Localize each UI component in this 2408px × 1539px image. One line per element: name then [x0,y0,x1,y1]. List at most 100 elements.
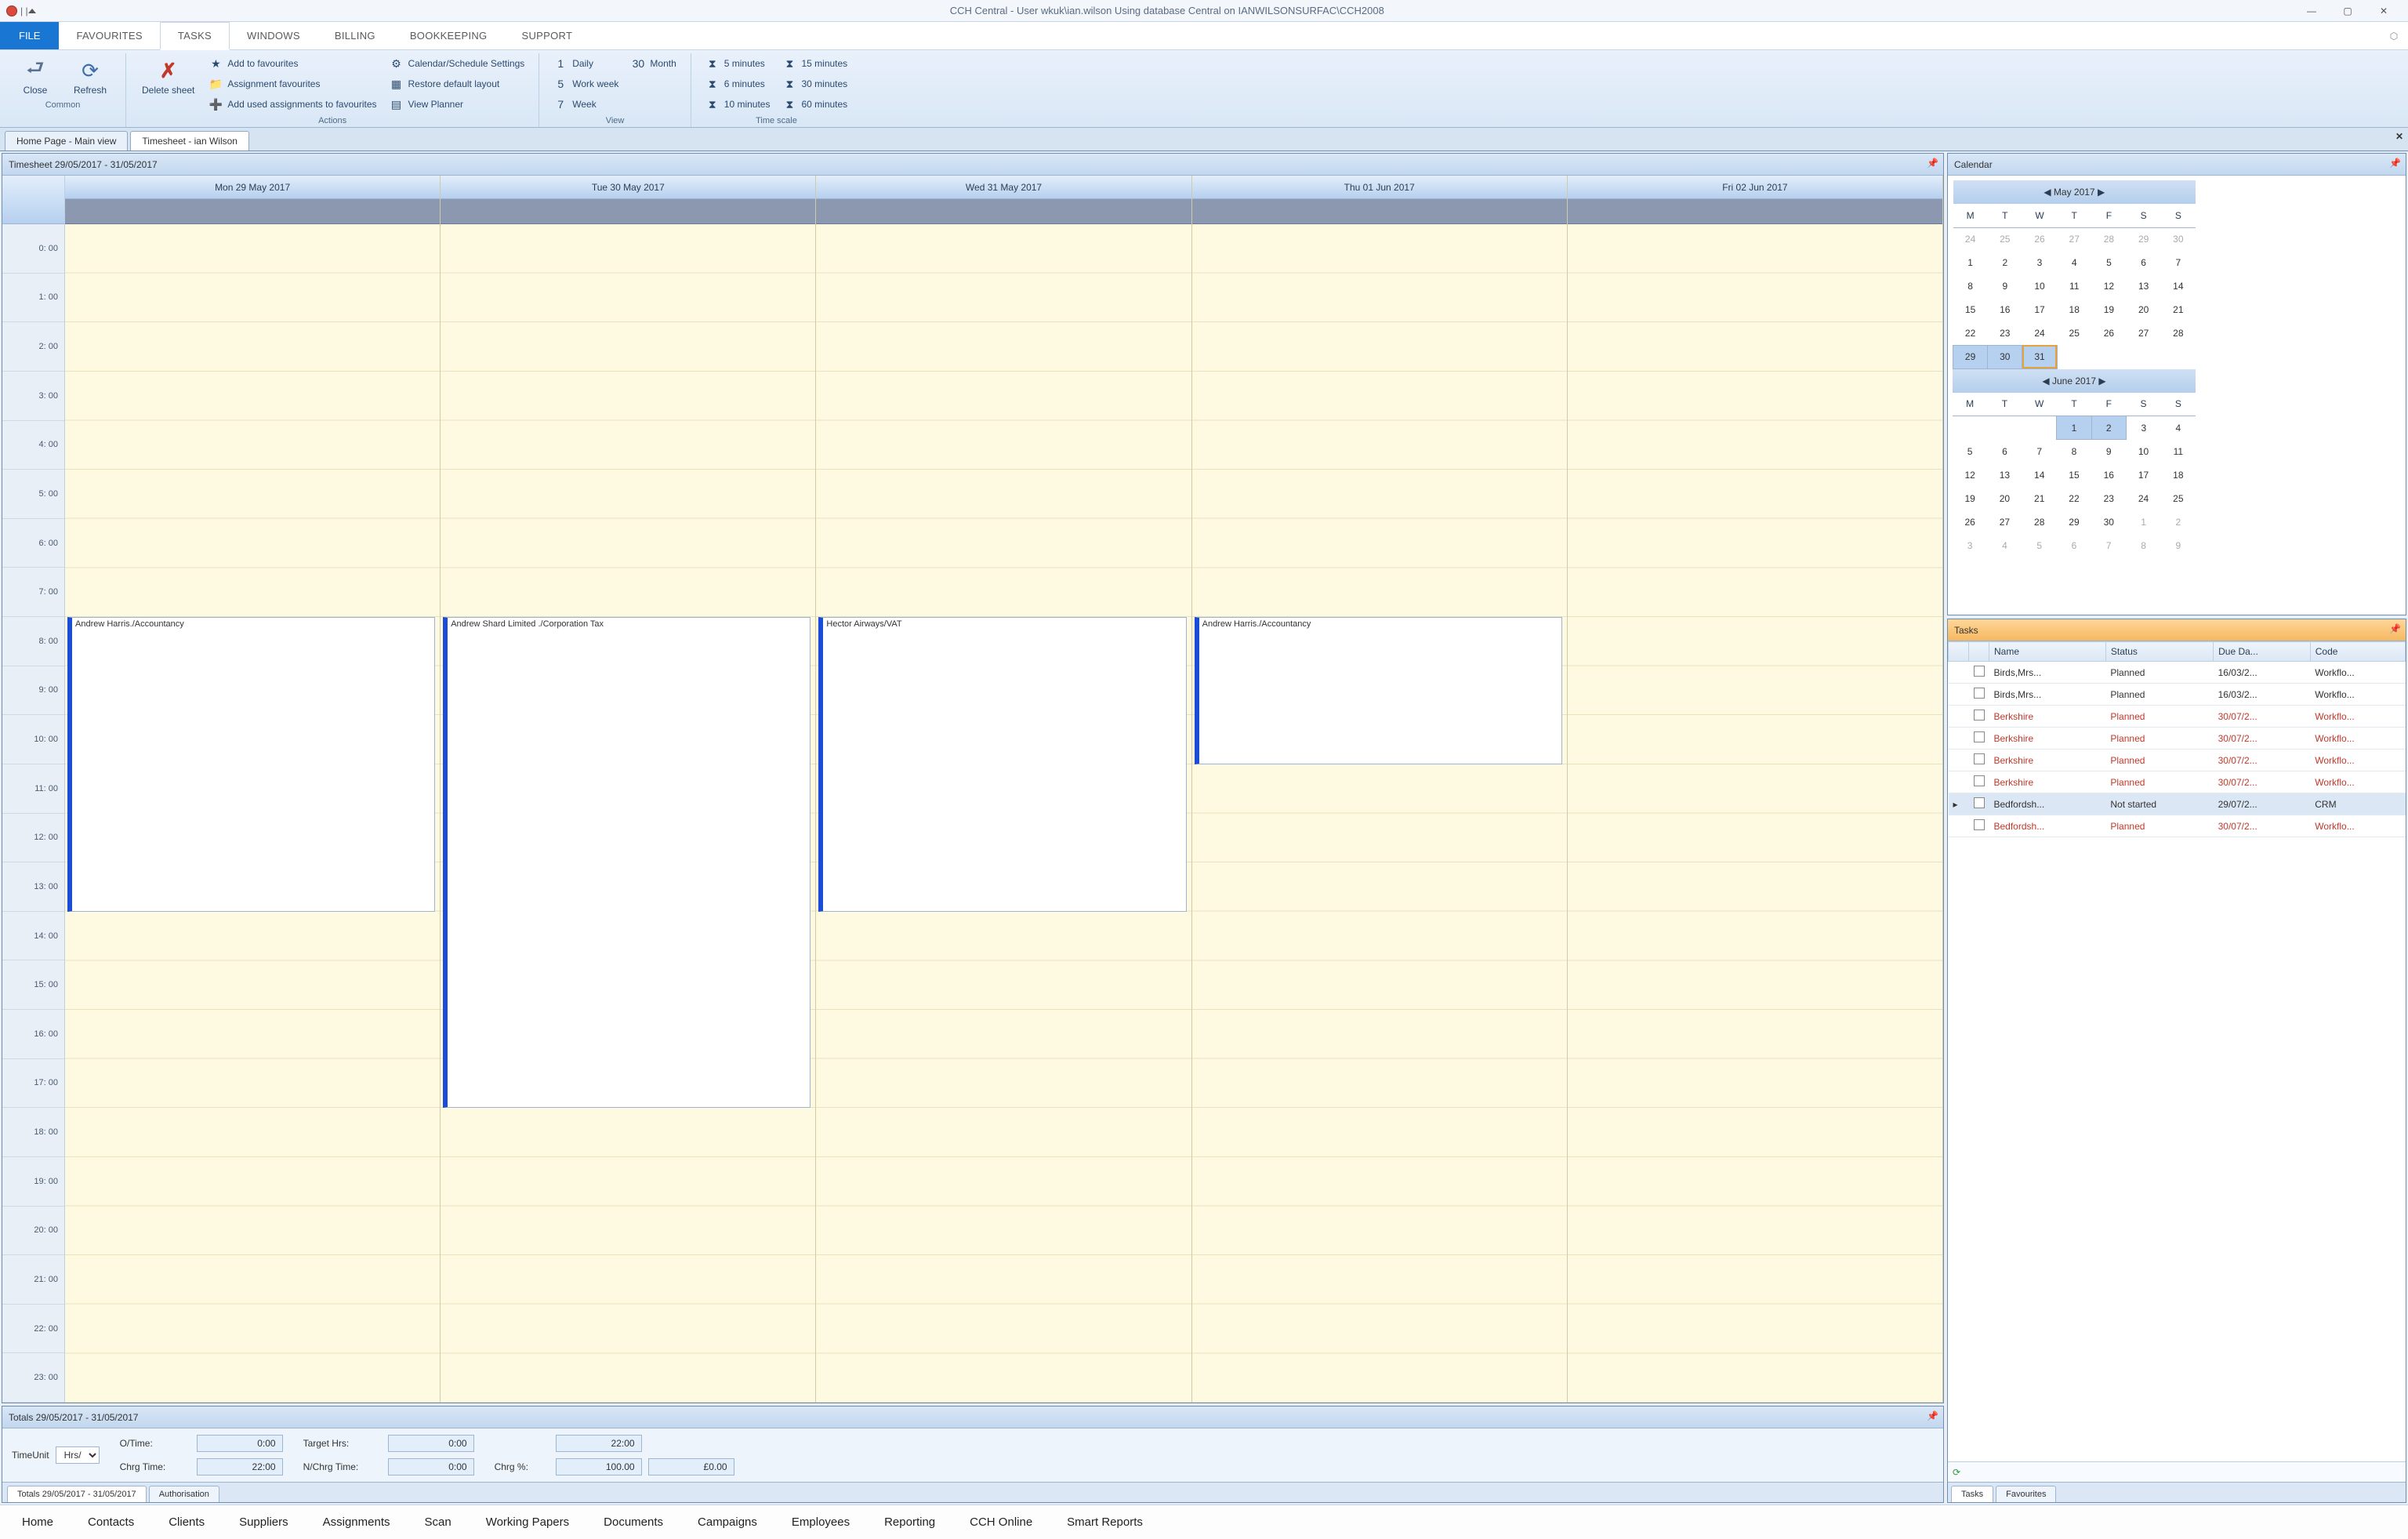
calendar-day[interactable]: 24 [2126,487,2160,510]
view-planner-button[interactable]: ▤View Planner [383,94,531,114]
day-body[interactable] [1568,224,1942,1403]
calendar-day[interactable]: 26 [2022,227,2057,251]
qat-dropdown-icon[interactable] [28,9,36,13]
day-column[interactable]: Wed 31 May 2017Hector Airways/VAT [816,176,1191,1403]
calendar-day[interactable]: 24 [2022,321,2057,345]
calendar-day[interactable]: 6 [1987,440,2022,463]
timescale-5-button[interactable]: ⧗5 minutes [699,53,777,74]
view-week-button[interactable]: 7Week [547,94,625,114]
calendar-day[interactable]: 27 [2057,227,2091,251]
calendar-day[interactable]: 14 [2161,274,2196,298]
calendar-day[interactable]: 13 [2127,274,2161,298]
calendar-settings-button[interactable]: ⚙Calendar/Schedule Settings [383,53,531,74]
task-row[interactable]: Bedfordsh...Planned30/07/2...Workflo... [1949,815,2406,837]
nav-suppliers[interactable]: Suppliers [239,1515,288,1529]
timescale-15-button[interactable]: ⧗15 minutes [776,53,854,74]
nav-assignments[interactable]: Assignments [323,1515,390,1529]
calendar-day[interactable]: 28 [2161,321,2196,345]
pin-icon[interactable]: 📌 [2389,623,2401,634]
day-body[interactable]: Andrew Harris./Accountancy [1192,224,1567,1403]
calendar-day[interactable] [2091,345,2126,368]
task-checkbox[interactable] [1974,666,1985,677]
pin-icon[interactable]: 📌 [1927,158,1938,169]
calendar-day[interactable]: 14 [2022,463,2057,487]
calendar-day[interactable]: 18 [2057,298,2091,321]
calendar-day[interactable]: 24 [1953,227,1988,251]
timescale-6-button[interactable]: ⧗6 minutes [699,74,777,94]
calendar-day[interactable]: 27 [1987,510,2022,534]
nav-clients[interactable]: Clients [169,1515,205,1529]
calendar-day[interactable]: 9 [2091,440,2126,463]
day-body[interactable]: Hector Airways/VAT [816,224,1191,1403]
nav-cch-online[interactable]: CCH Online [970,1515,1032,1529]
timescale-30-button[interactable]: ⧗30 minutes [776,74,854,94]
calendar-day[interactable]: 1 [2126,510,2160,534]
calendar-day[interactable]: 27 [2127,321,2161,345]
timesheet-grid[interactable]: 0: 001: 002: 003: 004: 005: 006: 007: 00… [2,176,1943,1403]
nav-scan[interactable]: Scan [425,1515,452,1529]
calendar-day[interactable]: 10 [2022,274,2057,298]
calendar-day[interactable]: 31 [2022,345,2057,368]
tasks-col-header[interactable]: Status [2105,642,2213,662]
day-column[interactable]: Thu 01 Jun 2017Andrew Harris./Accountanc… [1192,176,1568,1403]
allday-row[interactable] [1568,199,1942,224]
calendar-day[interactable]: 22 [2057,487,2091,510]
task-checkbox[interactable] [1974,819,1985,830]
calendar-day[interactable]: 2 [1988,251,2022,274]
calendar-day[interactable] [2127,345,2161,368]
refresh-button[interactable]: ⟳Refresh [63,53,118,99]
calendar-day[interactable]: 16 [2091,463,2126,487]
tasks-col-header[interactable]: Code [2310,642,2405,662]
calendar-day[interactable]: 23 [2091,487,2126,510]
calendar-day[interactable]: 17 [2126,463,2160,487]
delete-sheet-button[interactable]: ✗Delete sheet [134,53,202,99]
calendar-day[interactable]: 20 [2127,298,2161,321]
maximize-button[interactable]: ▢ [2330,2,2366,20]
appointment[interactable]: Hector Airways/VAT [818,617,1186,912]
calendar-day[interactable]: 8 [1953,274,1988,298]
add-used-assignments-button[interactable]: ➕Add used assignments to favourites [202,94,383,114]
tasks-tab[interactable]: Tasks [1951,1486,1993,1502]
calendar-day[interactable]: 28 [2091,227,2126,251]
calendar-day[interactable]: 22 [1953,321,1988,345]
calendar-day[interactable]: 1 [2057,416,2091,440]
day-column[interactable]: Fri 02 Jun 2017 [1568,176,1943,1403]
calendar-day[interactable]: 30 [2161,227,2196,251]
task-row[interactable]: BerkshirePlanned30/07/2...Workflo... [1949,750,2406,771]
nav-employees[interactable]: Employees [792,1515,850,1529]
view-workweek-button[interactable]: 5Work week [547,74,625,94]
authorisation-tab[interactable]: Authorisation [149,1486,219,1502]
calendar-day[interactable] [2057,345,2091,368]
calendar-day[interactable]: 21 [2161,298,2196,321]
calendar-day[interactable]: 4 [2057,251,2091,274]
calendar-day[interactable]: 30 [1988,345,2022,368]
calendar-day[interactable]: 25 [2057,321,2091,345]
calendar-day[interactable]: 5 [2022,534,2057,557]
task-row[interactable]: BerkshirePlanned30/07/2...Workflo... [1949,771,2406,793]
day-body[interactable]: Andrew Harris./Accountancy [65,224,440,1403]
menu-support[interactable]: SUPPORT [504,22,589,49]
close-window-button[interactable]: ✕ [2366,2,2402,20]
task-checkbox[interactable] [1974,797,1985,808]
calendar-day[interactable]: 1 [1953,251,1988,274]
menu-windows[interactable]: WINDOWS [230,22,317,49]
nav-campaigns[interactable]: Campaigns [698,1515,757,1529]
calendar-day[interactable]: 13 [1987,463,2022,487]
calendar-day[interactable]: 5 [2091,251,2126,274]
calendar-day[interactable] [2022,416,2057,440]
calendar-day[interactable]: 7 [2022,440,2057,463]
calendar-day[interactable]: 9 [1988,274,2022,298]
allday-row[interactable] [65,199,440,224]
calendar-day[interactable]: 2 [2161,510,2196,534]
task-checkbox[interactable] [1974,753,1985,764]
day-column[interactable]: Tue 30 May 2017Andrew Shard Limited ./Co… [441,176,816,1403]
timescale-60-button[interactable]: ⧗60 minutes [776,94,854,114]
calendar-day[interactable]: 29 [2127,227,2161,251]
calendar-day[interactable]: 21 [2022,487,2057,510]
calendar-day[interactable]: 6 [2127,251,2161,274]
totals-tab[interactable]: Totals 29/05/2017 - 31/05/2017 [7,1486,147,1502]
assignment-favourites-button[interactable]: 📁Assignment favourites [202,74,383,94]
calendar-day[interactable]: 16 [1988,298,2022,321]
task-checkbox[interactable] [1974,731,1985,742]
calendar-day[interactable]: 28 [2022,510,2057,534]
